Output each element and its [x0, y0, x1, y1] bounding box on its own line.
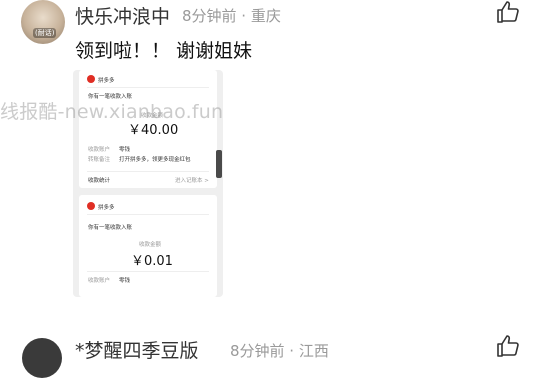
comment-username[interactable]: *梦醒四季豆版 — [75, 336, 199, 363]
comment-username[interactable]: 快乐冲浪中 — [75, 2, 170, 29]
remark-value: 打开拼多多，领更多现金红包 — [119, 157, 191, 163]
watermark: 线报酷-new.xianbao.fun — [0, 101, 224, 123]
app-name: 拼多多 — [98, 78, 115, 84]
card-title: 你有一笔收款入账 — [88, 225, 133, 231]
amount-label: 收款金额 — [139, 242, 162, 248]
divider — [87, 171, 209, 172]
amount-value: ￥0.01 — [131, 254, 173, 269]
remark-label: 转账备注 — [88, 157, 111, 163]
stats-label: 收款统计 — [88, 178, 111, 184]
divider — [87, 271, 209, 272]
account-label: 收款账户 — [88, 278, 111, 284]
pinduoduo-logo-icon — [87, 75, 95, 83]
like-button[interactable] — [496, 0, 520, 24]
divider — [87, 87, 209, 88]
payment-card: 拼多多 你有一笔收款入账 收款金额 ￥0.01 收款账户 零钱 — [79, 195, 217, 297]
account-label: 收款账户 — [88, 147, 111, 153]
image-scroll-handle[interactable] — [216, 150, 222, 178]
divider — [87, 214, 209, 215]
app-name: 拼多多 — [98, 205, 115, 211]
avatar-tag: (耐话) — [33, 28, 57, 38]
pinduoduo-logo-icon — [87, 202, 95, 210]
stats-link: 进入记账本 > — [175, 178, 209, 184]
avatar[interactable]: (耐话) — [21, 0, 65, 44]
avatar[interactable] — [22, 338, 62, 378]
payment-card: 拼多多 你有一笔收款入账 收款金额 ￥40.00 收款账户 零钱 转账备注 打开… — [79, 70, 217, 188]
like-button[interactable] — [496, 334, 520, 358]
thumbs-up-icon — [497, 335, 519, 357]
account-value: 零钱 — [119, 278, 131, 284]
comment-text: 领到啦！！ 谢谢姐妹 — [75, 40, 253, 62]
comment-meta: 8分钟前 · 重庆 — [182, 7, 281, 25]
thumbs-up-icon — [497, 1, 519, 23]
account-value: 零钱 — [119, 147, 131, 153]
comment-meta: 8分钟前 · 江西 — [230, 342, 329, 360]
